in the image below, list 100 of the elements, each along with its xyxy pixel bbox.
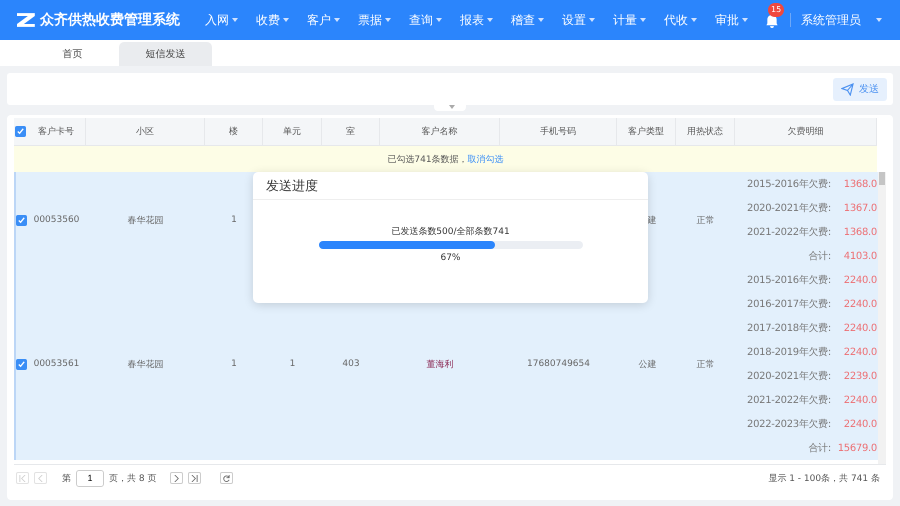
next-page-button[interactable] [170,472,184,484]
arrears-amount: 15679.0 [836,442,877,454]
table-cell: 1 [231,359,237,369]
page-count: 页，共 8 页 [109,472,156,484]
tab[interactable]: 短信发送 [119,42,212,66]
last-page-icon [191,474,198,482]
table-cell: 00053561 [34,359,80,369]
table-cell: 17680749654 [527,359,590,369]
menu-item[interactable]: 稽查 [511,12,562,28]
caret-icon [385,18,391,22]
caret-icon [589,18,595,22]
arrears-amount: 2240.0 [842,418,877,430]
menu-item[interactable]: 客户 [307,12,358,28]
arrears-amount: 1367.0 [842,202,877,214]
checkbox[interactable] [16,214,27,226]
table-cell: 403 [342,359,360,369]
collapse-handle[interactable] [434,105,466,111]
arrears-label: 2018-2019年欠费: [747,346,831,359]
arrears-amount: 2240.0 [842,274,877,286]
caret-icon [283,18,289,22]
menu-item[interactable]: 计量 [613,12,664,28]
arrears-label: 2017-2018年欠费: [747,322,831,335]
table-cell-text: 建 [646,214,656,226]
arrears-label: 合计: [808,250,831,263]
scrollbar[interactable] [878,172,886,464]
caret-icon [742,18,748,22]
arrears-amount: 2240.0 [842,322,877,334]
column-header: 用热状态 [676,118,735,145]
table-cell-text: 春华花园 [128,214,164,226]
arrears-amount: 2240.0 [842,298,877,310]
arrears-label: 合计: [808,442,831,455]
column-header: 手机号码 [500,118,617,145]
column-header: 客户卡号 [27,118,86,145]
column-header: 客户名称 [380,118,500,145]
arrears-amount: 4103.0 [842,250,877,262]
column-header: 小区 [86,118,205,145]
arrears-label: 2021-2022年欠费: [747,226,831,239]
refresh-button[interactable] [220,472,234,484]
progress-percent: 67% [440,253,460,263]
page-label: 第 [62,472,71,484]
table-cell: 1 [231,215,237,225]
first-page-icon [19,474,26,482]
caret-icon [487,18,493,22]
column-header: 欠费明细 [735,118,877,145]
menu-item[interactable]: 代收 [664,12,715,28]
next-page-icon [173,474,180,482]
arrears-label: 2016-2017年欠费: [747,298,831,311]
table-cell-text: 正常 [696,358,714,370]
progress-text: 已发送条数500/全部条数741 [391,226,510,238]
user-menu[interactable]: 系统管理员 [801,12,882,28]
caret-icon [232,18,238,22]
arrears-amount: 2239.0 [842,370,877,382]
table-cell: 00053560 [34,215,80,225]
arrears-label: 2015-2016年欠费: [747,178,831,191]
menu-item[interactable]: 查询 [409,12,460,28]
arrears-label: 2020-2021年欠费: [747,370,831,383]
caret-icon [691,18,697,22]
page-summary: 显示 1 - 100条，共 741 条 [768,472,880,484]
logo-icon [17,13,35,27]
menu-item[interactable]: 报表 [460,12,511,28]
send-icon [841,82,854,96]
arrears-amount: 1368.0 [842,226,877,238]
table-cell-text: 正常 [696,214,714,226]
table-cell-text: 公建 [638,358,656,370]
menu-item[interactable]: 审批 [715,12,766,28]
tab[interactable]: 首页 [26,42,119,66]
menu-item[interactable]: 入网 [205,12,256,28]
checkbox[interactable] [15,126,26,137]
arrears-label: 2021-2022年欠费: [747,394,831,407]
dialog-title: 发送进度 [266,178,318,194]
clear-selection-link[interactable]: 取消勾选 [468,152,504,166]
table-cell: 1 [290,359,296,369]
arrears-amount: 2240.0 [842,394,877,406]
page-input[interactable]: 1 [76,470,104,486]
notification-badge: 15 [768,3,784,17]
menu-item[interactable]: 设置 [562,12,613,28]
customer-name: 董海利 [426,358,454,370]
menu-item[interactable]: 收费 [256,12,307,28]
table-cell-text: 春华花园 [128,358,164,370]
prev-page-icon [37,474,44,482]
caret-icon [876,18,882,22]
arrears-amount: 2240.0 [842,346,877,358]
selection-notice: 已勾选741条数据， [387,154,468,166]
column-header: 室 [322,118,380,145]
arrears-label: 2020-2021年欠费: [747,202,831,215]
caret-icon [436,18,442,22]
bell-icon [766,15,778,28]
refresh-icon [223,474,230,482]
last-page-button[interactable] [188,472,202,484]
arrears-amount: 1368.0 [842,178,877,190]
caret-icon [538,18,544,22]
menu-item[interactable]: 票据 [358,12,409,28]
caret-icon [334,18,340,22]
column-header: 单元 [263,118,322,145]
column-header: 楼 [205,118,263,145]
column-header: 客户类型 [617,118,676,145]
arrears-label: 2015-2016年欠费: [747,274,831,287]
send-button[interactable]: 发送 [833,78,887,100]
checkbox[interactable] [16,358,27,370]
caret-icon [640,18,646,22]
